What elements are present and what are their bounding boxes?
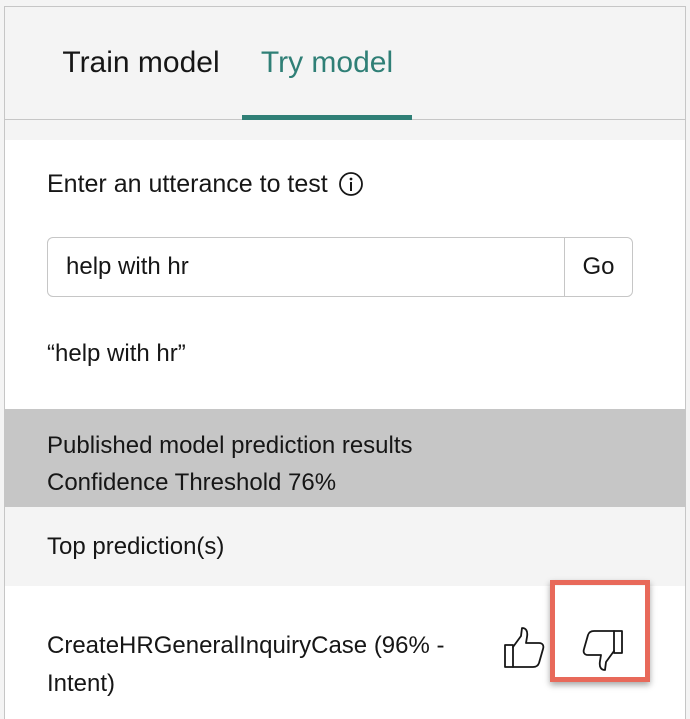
- results-title: Published model prediction results: [47, 432, 413, 459]
- utterance-label-row: Enter an utterance to test: [47, 167, 364, 201]
- prediction-results-header: Published model prediction results Confi…: [5, 409, 685, 507]
- tab-train-model-label: Train model: [62, 46, 220, 79]
- go-button[interactable]: Go: [564, 238, 632, 296]
- tab-try-model-label: Try model: [260, 46, 394, 79]
- utterance-echo: “help with hr”: [47, 340, 186, 367]
- top-predictions-label: Top prediction(s): [47, 532, 225, 560]
- thumbs-down-icon[interactable]: [578, 625, 628, 675]
- utterance-input[interactable]: [48, 238, 564, 296]
- info-icon[interactable]: [338, 171, 364, 197]
- tab-try-model[interactable]: Try model: [242, 7, 412, 120]
- utterance-input-group: Go: [47, 237, 633, 297]
- utterance-label: Enter an utterance to test: [47, 169, 328, 198]
- tab-train-model[interactable]: Train model: [43, 7, 239, 119]
- tab-bar-spacer: [5, 120, 685, 140]
- thumbs-up-icon[interactable]: [499, 623, 549, 673]
- confidence-threshold: Confidence Threshold 76%: [47, 469, 337, 496]
- try-model-panel: Train model Try model Enter an utterance…: [4, 6, 686, 719]
- prediction-text: CreateHRGeneralInquiryCase (96% - Intent…: [47, 632, 445, 697]
- top-predictions-header: Top prediction(s): [5, 507, 685, 586]
- tab-bar: Train model Try model: [5, 7, 685, 120]
